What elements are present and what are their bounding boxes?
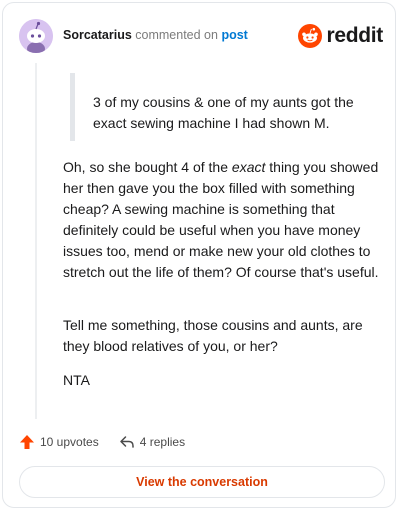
quoted-text: 3 of my cousins & one of my aunts got th…: [93, 94, 354, 131]
post-link[interactable]: post: [221, 28, 247, 42]
snoo-avatar-icon: [19, 19, 53, 53]
quote-bar: [70, 73, 75, 141]
comment-paragraph-2: Tell me something, those cousins and aun…: [63, 317, 363, 354]
upvote-button[interactable]: 10 upvotes: [19, 434, 99, 450]
reply-count: 4 replies: [139, 435, 186, 449]
upvote-count: 10 upvotes: [40, 435, 99, 449]
reply-arrow-icon: [119, 436, 134, 448]
replies-button[interactable]: 4 replies: [119, 434, 185, 450]
reddit-logo-icon: [298, 24, 323, 48]
comment-paragraph-1: Oh, so she bought 4 of the exact thing y…: [63, 157, 385, 283]
comment-paragraph-3: NTA: [63, 372, 90, 388]
paragraph-1-start: Oh, so she bought 4 of the: [63, 159, 232, 175]
username-link[interactable]: Sorcatarius: [63, 28, 132, 42]
view-conversation-button[interactable]: View the conversation: [19, 466, 385, 498]
reddit-brand[interactable]: reddit: [298, 23, 383, 49]
paragraph-1-emphasis: exact: [231, 159, 266, 175]
comment-header: Sorcatarius commented on post reddit: [19, 19, 383, 55]
commented-on-label: commented on: [135, 28, 218, 42]
paragraph-1-end: thing you showed her then gave you the b…: [63, 159, 379, 280]
comment-actions: 10 upvotes 4 replies: [19, 432, 185, 452]
reddit-wordmark: reddit: [326, 24, 383, 47]
upvote-arrow-icon: [20, 435, 34, 449]
thread-line: [35, 63, 37, 419]
user-avatar[interactable]: [19, 19, 53, 53]
comment-card: Sorcatarius commented on post reddit 3 o…: [2, 2, 396, 508]
comment-meta: Sorcatarius commented on post: [63, 28, 248, 42]
